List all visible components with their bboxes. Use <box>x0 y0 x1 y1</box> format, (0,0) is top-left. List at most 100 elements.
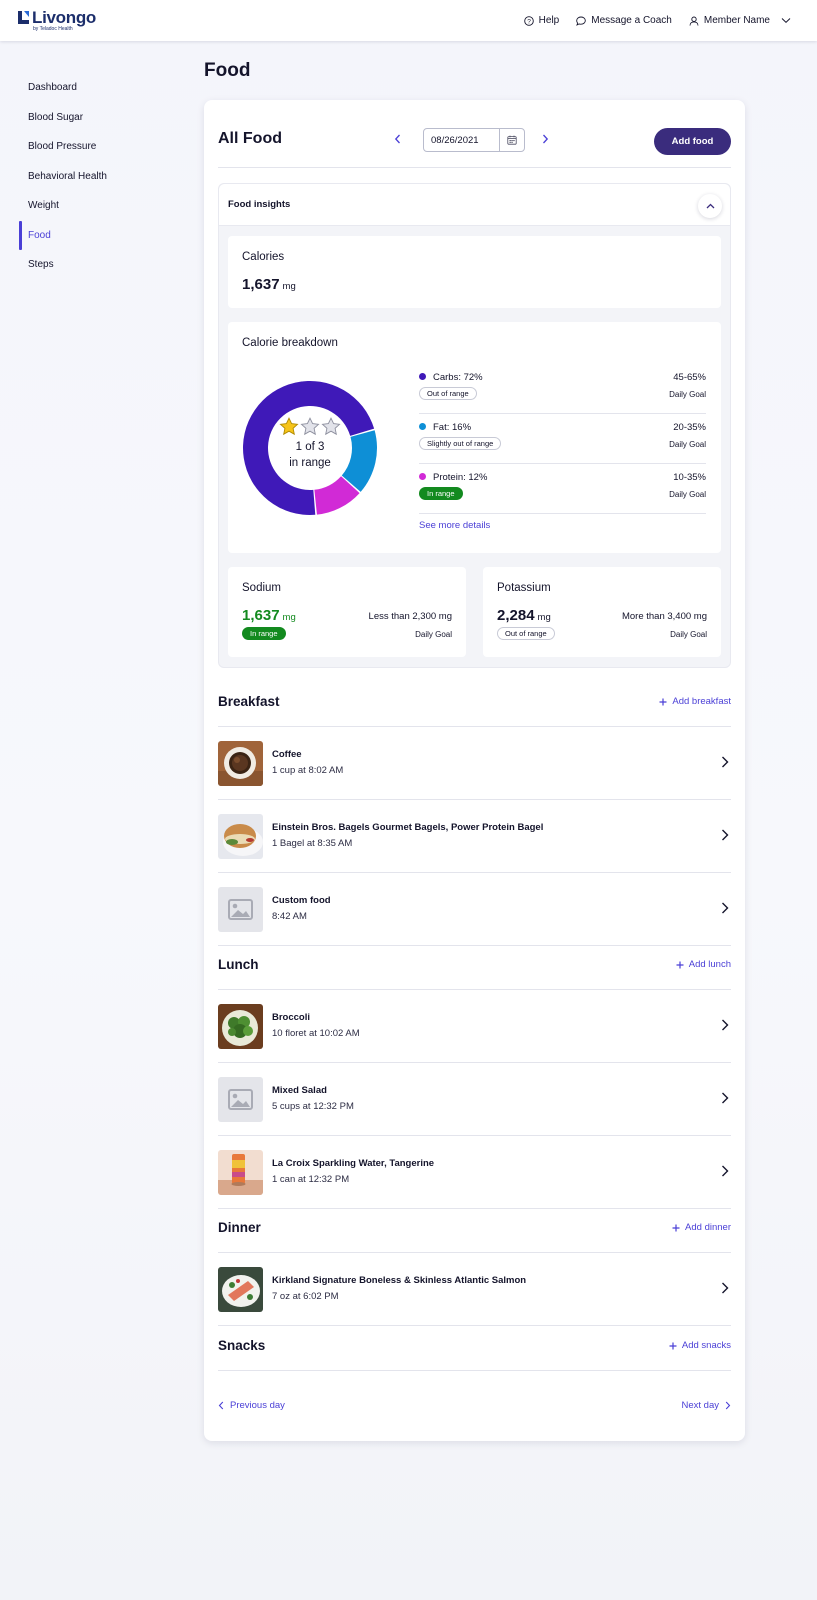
potassium-goal-label: Daily Goal <box>670 630 707 639</box>
status-badge: In range <box>242 627 286 640</box>
macro-row-fat: Fat: 16% Slightly out of range 20-35% Da… <box>419 414 706 464</box>
star-empty-icon <box>321 417 341 436</box>
message-coach-label: Message a Coach <box>591 15 672 26</box>
status-badge: Slightly out of range <box>419 437 502 450</box>
chat-bubble-icon <box>576 16 587 26</box>
macro-name: Protein: 12% <box>433 472 488 483</box>
macro-goal-label: Daily Goal <box>669 440 706 449</box>
add-lunch-button[interactable]: Add lunch <box>676 959 731 970</box>
sidebar-nav: Dashboard Blood Sugar Blood Pressure Beh… <box>19 73 189 280</box>
carbs-color-dot <box>419 373 426 380</box>
date-picker[interactable]: 08/26/2021 <box>423 128 525 152</box>
dinner-section-header: Dinner Add dinner <box>218 1215 731 1253</box>
add-dinner-button[interactable]: Add dinner <box>672 1222 731 1233</box>
calendar-button[interactable] <box>499 129 524 151</box>
date-input[interactable]: 08/26/2021 <box>424 129 499 151</box>
food-detail: 1 can at 12:32 PM <box>272 1174 350 1185</box>
meal-title: Breakfast <box>218 694 280 709</box>
chevron-left-icon <box>394 134 400 144</box>
page-title: Food <box>204 60 251 81</box>
chevron-right-icon <box>722 1019 729 1031</box>
image-placeholder-icon <box>218 887 263 932</box>
message-coach-link[interactable]: Message a Coach <box>576 15 672 26</box>
next-day-button[interactable]: Next day <box>682 1400 732 1411</box>
lunch-section-header: Lunch Add lunch <box>218 952 731 990</box>
add-food-button[interactable]: Add food <box>654 128 731 155</box>
snacks-section-header: Snacks Add snacks <box>218 1333 731 1371</box>
sidebar-item-food[interactable]: Food <box>19 220 189 251</box>
help-link[interactable]: ? Help <box>523 15 559 26</box>
sidebar-item-blood-sugar[interactable]: Blood Sugar <box>19 103 189 133</box>
brand-name: Livongo <box>32 8 96 27</box>
food-item-la-croix[interactable]: La Croix Sparkling Water, Tangerine 1 ca… <box>218 1136 731 1209</box>
broccoli-photo <box>218 1004 263 1049</box>
food-item-mixed-salad[interactable]: Mixed Salad 5 cups at 12:32 PM <box>218 1063 731 1136</box>
help-icon: ? <box>523 15 534 26</box>
next-date-button[interactable] <box>536 130 554 148</box>
image-placeholder-icon <box>218 1077 263 1122</box>
food-item-broccoli[interactable]: Broccoli 10 floret at 10:02 AM <box>218 990 731 1063</box>
sodium-goal-label: Daily Goal <box>415 630 452 639</box>
member-name: Member Name <box>703 15 770 26</box>
member-menu[interactable]: Member Name <box>689 15 791 26</box>
macro-goal: 10-35% <box>673 472 706 483</box>
all-food-title: All Food <box>218 130 282 147</box>
divider <box>218 167 731 168</box>
meal-title: Lunch <box>218 957 259 972</box>
add-breakfast-button[interactable]: Add breakfast <box>659 696 731 707</box>
calories-unit: mg <box>282 281 296 292</box>
plus-icon <box>659 698 667 705</box>
status-badge: Out of range <box>419 387 477 400</box>
chevron-up-icon <box>706 203 714 209</box>
food-detail: 10 floret at 10:02 AM <box>272 1028 360 1039</box>
macro-row-carbs: Carbs: 72% Out of range 45-65% Daily Goa… <box>419 364 706 414</box>
previous-day-button[interactable]: Previous day <box>218 1400 285 1411</box>
star-filled-icon <box>279 417 299 436</box>
chevron-right-icon <box>722 902 729 914</box>
food-insights-header[interactable]: Food insights <box>219 184 730 226</box>
chevron-right-icon <box>542 134 548 144</box>
food-name: Broccoli <box>272 1012 311 1023</box>
sidebar-item-blood-pressure[interactable]: Blood Pressure <box>19 132 189 162</box>
food-item-salmon[interactable]: Kirkland Signature Boneless & Skinless A… <box>218 1253 731 1326</box>
sodium-title: Sodium <box>242 582 281 594</box>
fat-color-dot <box>419 423 426 430</box>
sodium-unit: mg <box>282 612 296 623</box>
add-snacks-label: Add snacks <box>681 1340 731 1351</box>
sidebar-item-weight[interactable]: Weight <box>19 191 189 221</box>
food-detail: 7 oz at 6:02 PM <box>272 1291 339 1302</box>
status-badge: Out of range <box>497 627 555 640</box>
calorie-breakdown-panel: Calorie breakdown 1 of 3 in range Carbs:… <box>228 322 721 553</box>
calories-value: 1,637 <box>242 276 280 293</box>
plus-icon <box>669 1342 677 1349</box>
next-day-label: Next day <box>681 1400 720 1411</box>
potassium-value: 2,284 <box>497 607 535 624</box>
food-detail: 8:42 AM <box>272 911 307 922</box>
chevron-right-icon <box>722 1165 729 1177</box>
chevron-left-icon <box>218 1401 224 1410</box>
food-item-coffee[interactable]: Coffee 1 cup at 8:02 AM <box>218 727 731 800</box>
can-photo <box>218 1150 263 1195</box>
chevron-right-icon <box>725 1401 731 1410</box>
potassium-panel: Potassium 2,284 mg Out of range More tha… <box>483 567 721 657</box>
sidebar-item-steps[interactable]: Steps <box>19 250 189 280</box>
range-count: 1 of 3 <box>295 441 325 453</box>
macro-goal: 20-35% <box>673 422 706 433</box>
food-insights-title: Food insights <box>228 199 291 210</box>
previous-date-button[interactable] <box>388 130 406 148</box>
livongo-logo[interactable]: Livongo by Teladoc Health <box>18 8 96 32</box>
chevron-right-icon <box>722 1092 729 1104</box>
potassium-title: Potassium <box>497 582 551 594</box>
sidebar-item-dashboard[interactable]: Dashboard <box>19 73 189 103</box>
food-name: Kirkland Signature Boneless & Skinless A… <box>272 1275 527 1286</box>
food-name: Coffee <box>272 749 302 760</box>
collapse-insights-button[interactable] <box>698 194 722 218</box>
food-item-bagel[interactable]: Einstein Bros. Bagels Gourmet Bagels, Po… <box>218 800 731 873</box>
see-more-details-link[interactable]: See more details <box>419 520 490 531</box>
add-snacks-button[interactable]: Add snacks <box>669 1340 731 1351</box>
sidebar-item-behavioral-health[interactable]: Behavioral Health <box>19 162 189 192</box>
food-detail: 1 Bagel at 8:35 AM <box>272 838 353 849</box>
food-item-custom-food[interactable]: Custom food 8:42 AM <box>218 873 731 946</box>
previous-day-label: Previous day <box>230 1400 285 1411</box>
plus-icon <box>672 1224 680 1231</box>
